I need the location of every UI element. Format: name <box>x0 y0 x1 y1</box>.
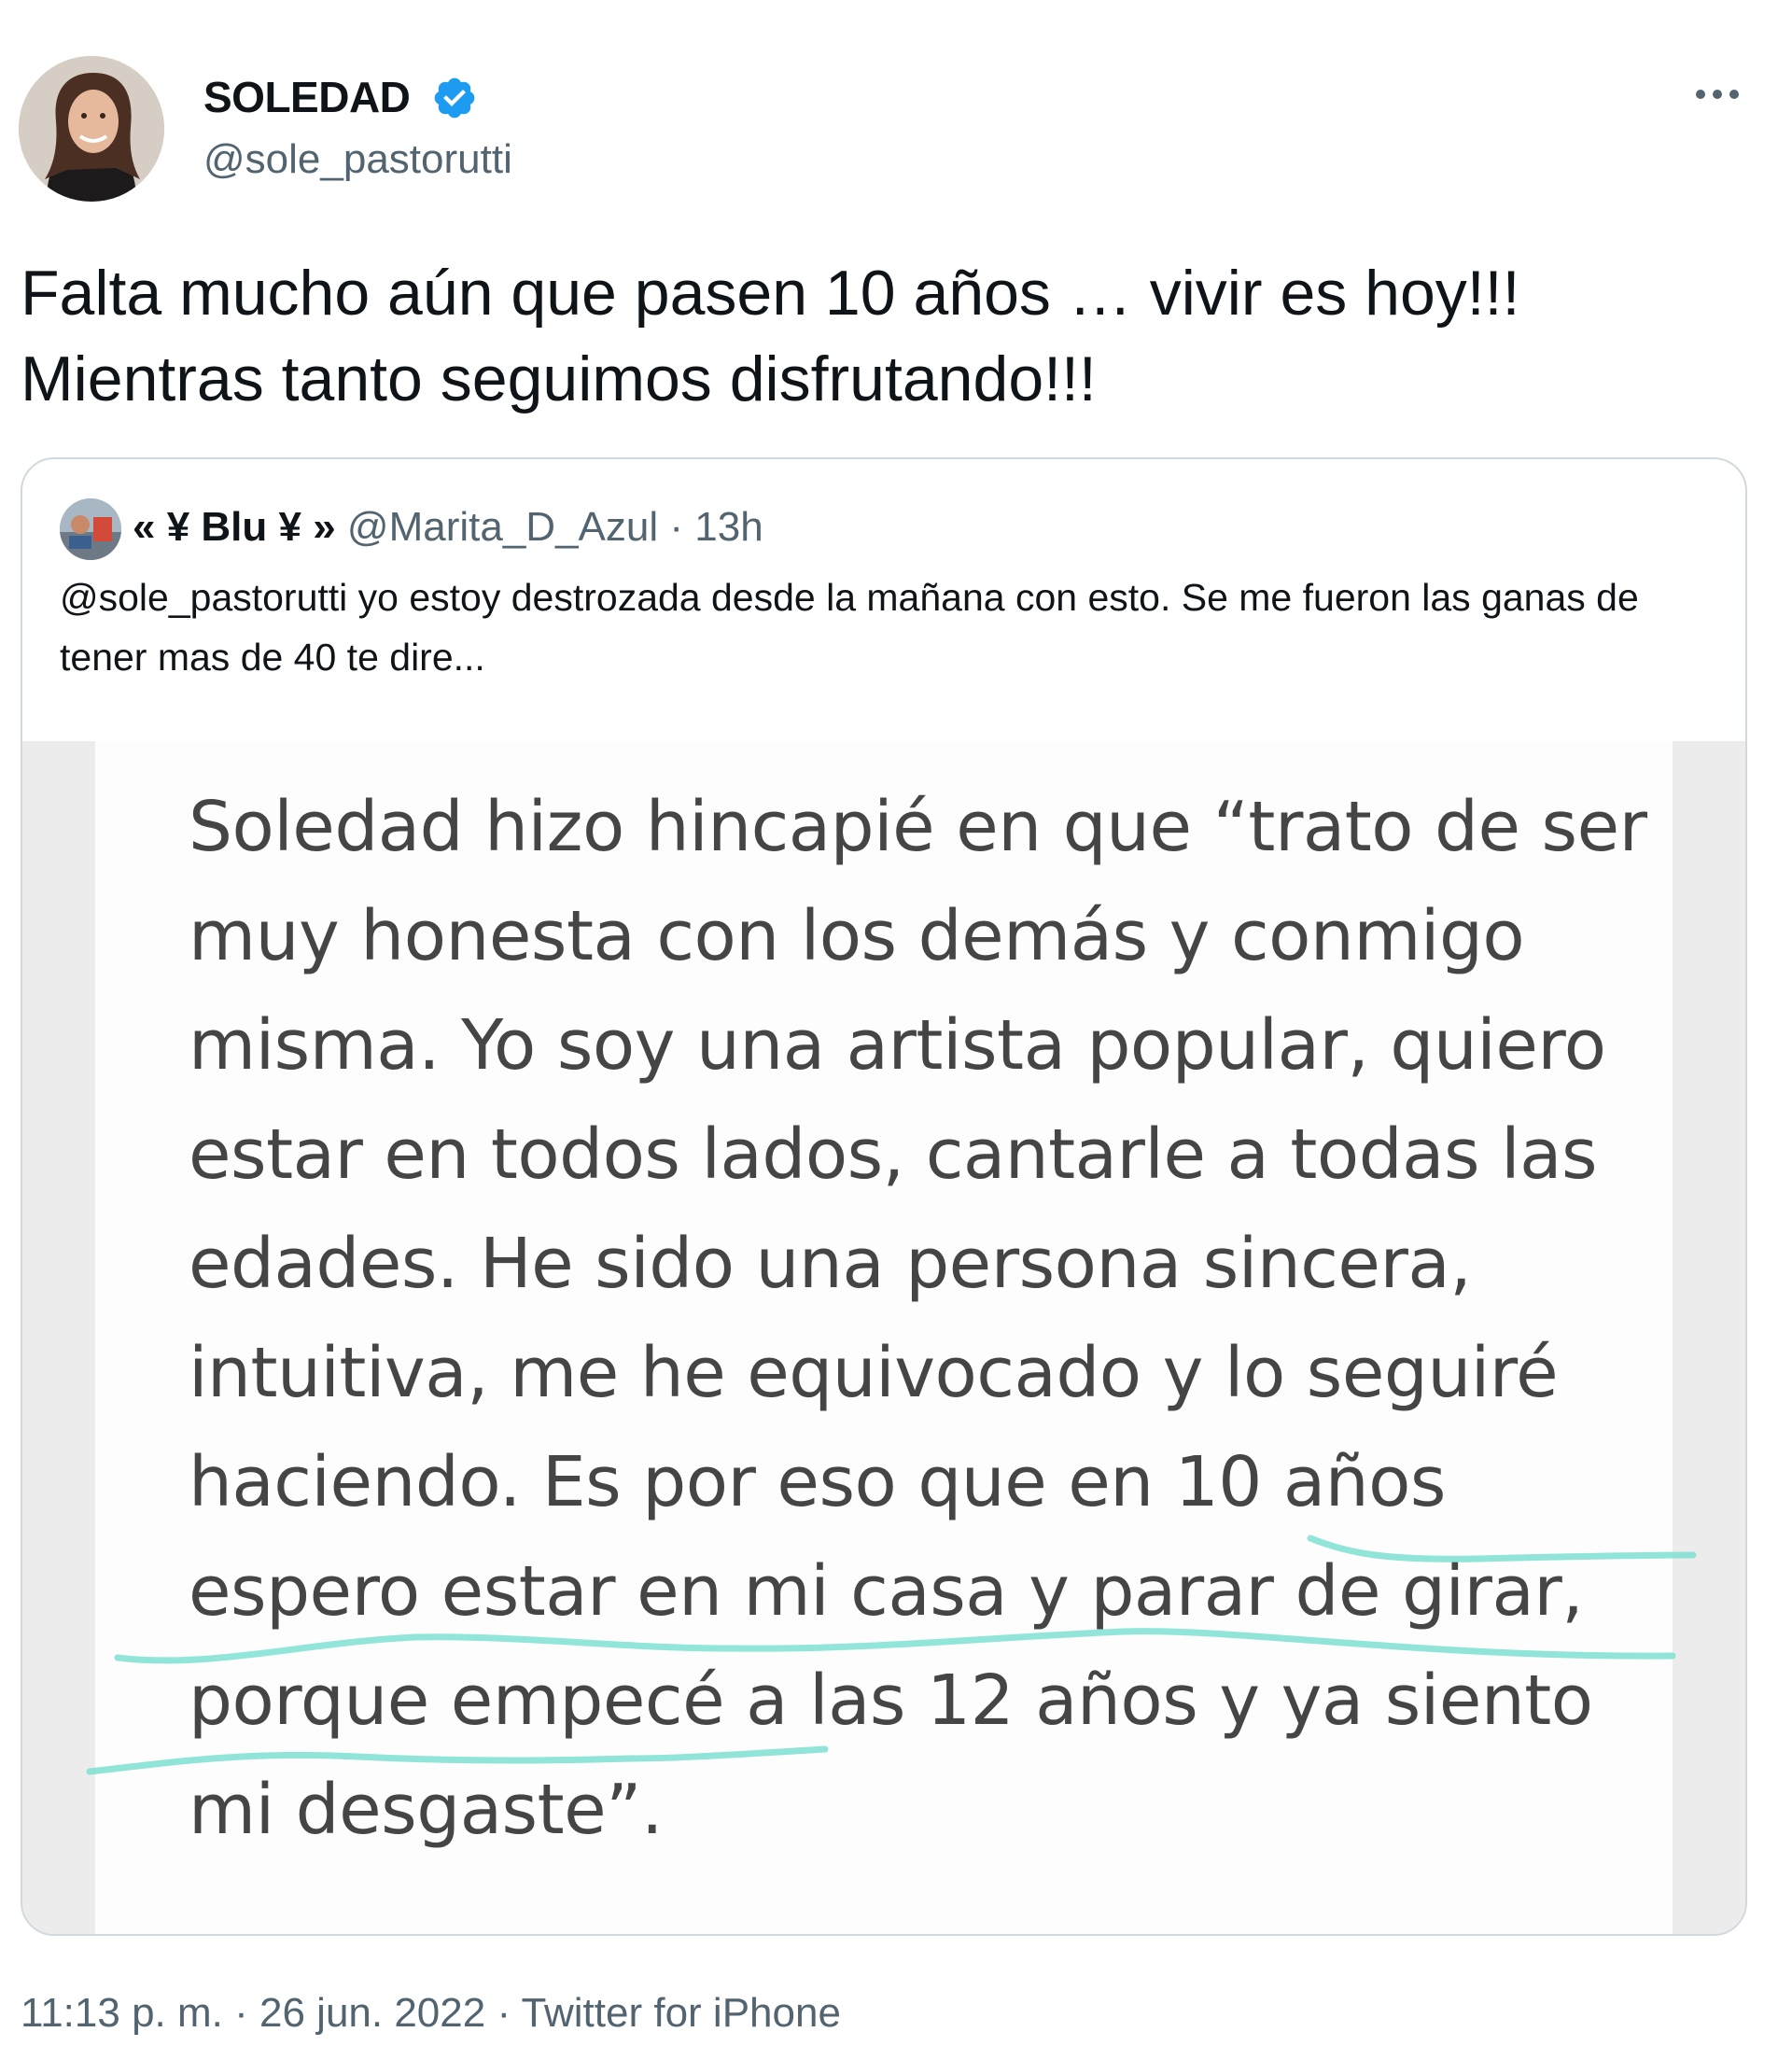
quoted-author-handle[interactable]: @Marita_D_Azul <box>347 504 658 550</box>
article-excerpt-text: Soledad hizo hincapié en que “trato de s… <box>189 787 1647 1850</box>
verified-badge-icon <box>434 77 475 119</box>
article-screenshot: Soledad hizo hincapié en que “trato de s… <box>95 741 1673 1934</box>
tweet-footer: 11:13 p. m. · 26 jun. 2022 · Twitter for… <box>21 1986 841 2040</box>
quoted-author-name[interactable]: « ¥ Blu ¥ » <box>133 504 336 550</box>
quoted-author-avatar[interactable] <box>60 498 121 560</box>
quoted-timestamp[interactable]: 13h <box>694 504 763 550</box>
quoted-separator: · <box>669 504 684 550</box>
quoted-tweet-image[interactable]: Soledad hizo hincapié en que “trato de s… <box>22 741 1745 1934</box>
quoted-profile-photo-icon <box>60 498 121 560</box>
profile-photo-icon <box>19 56 164 202</box>
quoted-tweet-header: « ¥ Blu ¥ » @Marita_D_Azul · 13h <box>133 500 763 554</box>
author-avatar[interactable] <box>19 56 164 202</box>
tweet-time[interactable]: 11:13 p. m. <box>21 1990 223 2036</box>
quoted-tweet-card[interactable]: « ¥ Blu ¥ » @Marita_D_Azul · 13h @sole_p… <box>21 457 1747 1936</box>
footer-separator-2: · <box>497 1990 511 2036</box>
footer-separator-1: · <box>234 1990 248 2036</box>
tweet-text: Falta mucho aún que pasen 10 años … vivi… <box>21 258 1520 414</box>
more-options-icon[interactable] <box>1693 82 1742 106</box>
quoted-tweet-text: @sole_pastorutti yo estoy destrozada des… <box>60 576 1639 679</box>
author-display-name[interactable]: SOLEDAD <box>203 71 411 123</box>
tweet-date[interactable]: 26 jun. 2022 <box>259 1990 485 2036</box>
author-handle[interactable]: @sole_pastorutti <box>203 134 512 185</box>
tweet-source[interactable]: Twitter for iPhone <box>522 1990 841 2036</box>
